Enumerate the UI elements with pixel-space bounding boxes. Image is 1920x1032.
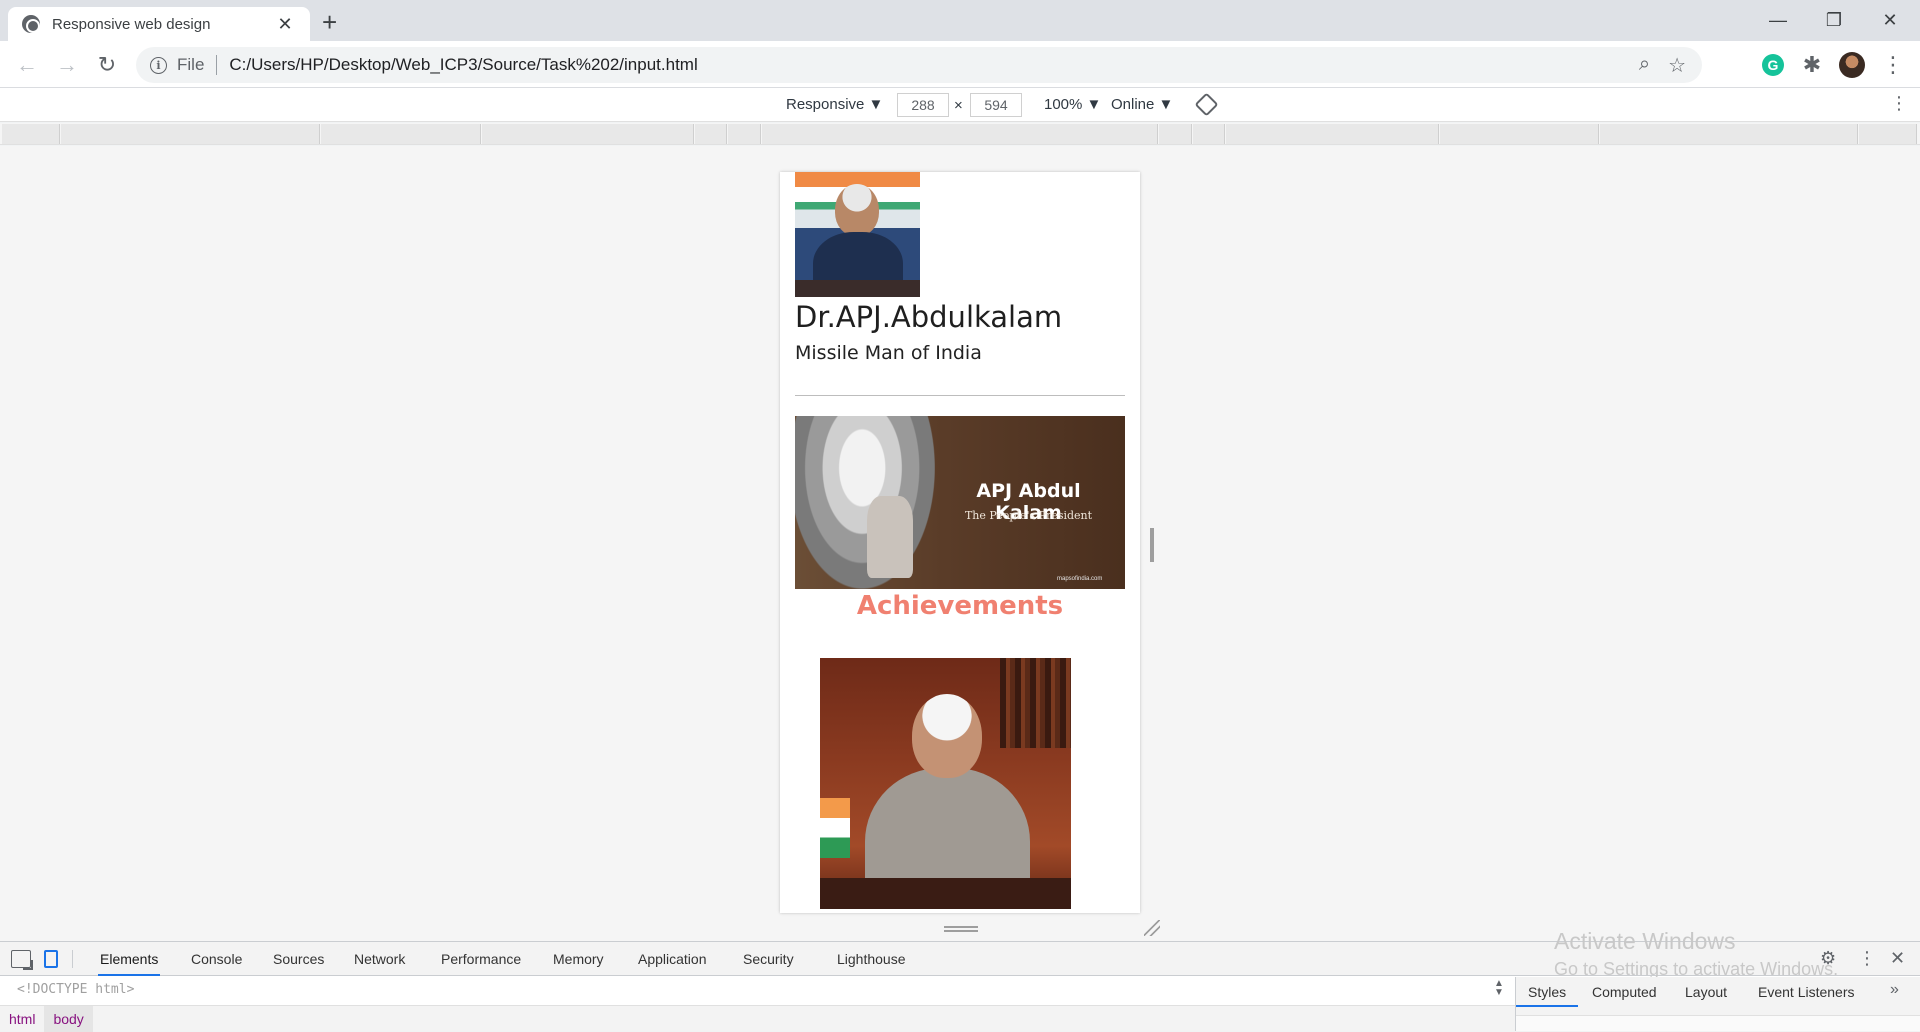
banner-image: APJ Abdul Kalam The People's President m… xyxy=(795,416,1125,589)
resize-handle-bottom[interactable] xyxy=(944,926,978,932)
portrait-photo xyxy=(820,658,1071,909)
device-toggle-icon[interactable] xyxy=(44,950,58,968)
url-text[interactable]: C:/Users/HP/Desktop/Web_ICP3/Source/Task… xyxy=(229,55,697,75)
ruler-segment[interactable] xyxy=(1859,124,1917,144)
ruler-segment[interactable] xyxy=(695,124,727,144)
ruler-segment[interactable] xyxy=(762,124,1158,144)
new-tab-button[interactable]: + xyxy=(322,9,337,35)
tab-application[interactable]: Application xyxy=(636,942,709,976)
breadcrumb: html body xyxy=(0,1005,1515,1032)
devtools-panel: Elements Console Sources Network Perform… xyxy=(0,928,1920,1032)
tab-console[interactable]: Console xyxy=(189,942,244,976)
tab-security[interactable]: Security xyxy=(741,942,796,976)
zoom-icon[interactable]: ⌕ xyxy=(1639,53,1650,78)
more-tabs-icon[interactable]: » xyxy=(1890,981,1899,999)
page-title: Dr.APJ.Abdulkalam xyxy=(795,300,1063,334)
devtools-menu-icon[interactable]: ⋮ xyxy=(1858,948,1876,969)
tab-performance[interactable]: Performance xyxy=(439,942,523,976)
url-separator xyxy=(216,55,218,75)
dom-doctype-node[interactable]: <!DOCTYPE html> xyxy=(17,982,134,997)
viewport-width-input[interactable]: 288 xyxy=(897,93,949,117)
url-scheme: File xyxy=(177,55,205,74)
profile-photo xyxy=(795,172,920,297)
address-bar[interactable]: i File C:/Users/HP/Desktop/Web_ICP3/Sour… xyxy=(136,47,1702,83)
devtools-tabbar: Elements Console Sources Network Perform… xyxy=(0,928,1920,979)
tab-styles[interactable]: Styles xyxy=(1516,977,1579,1007)
profile-avatar[interactable] xyxy=(1839,52,1865,78)
ruler-segment[interactable] xyxy=(2,124,60,144)
banner-credit: mapsofindia.com xyxy=(1057,576,1103,582)
tab-elements[interactable]: Elements xyxy=(98,942,161,976)
ruler-segment[interactable] xyxy=(1600,124,1858,144)
banner-subtitle: The People's President xyxy=(964,509,1093,522)
inspect-element-icon[interactable] xyxy=(11,950,31,968)
ruler-segment[interactable] xyxy=(482,124,694,144)
extensions-puzzle-icon[interactable]: ✱ xyxy=(1801,52,1823,77)
emulated-page: Dr.APJ.Abdulkalam Missile Man of India A… xyxy=(780,172,1140,913)
bookmark-star-icon[interactable]: ☆ xyxy=(1668,53,1686,78)
viewport-stage: Dr.APJ.Abdulkalam Missile Man of India A… xyxy=(0,146,1920,941)
rotate-icon[interactable] xyxy=(1194,92,1219,117)
gear-icon[interactable]: ⚙ xyxy=(1820,948,1836,969)
breadcrumb-html[interactable]: html xyxy=(0,1006,44,1032)
ruler-segment[interactable] xyxy=(1193,124,1225,144)
dimension-times: × xyxy=(954,97,963,114)
browser-menu-icon[interactable]: ⋮ xyxy=(1882,52,1904,77)
resize-handle-corner[interactable] xyxy=(1144,920,1160,936)
ruler-segment[interactable] xyxy=(61,124,320,144)
achievements-heading: Achievements xyxy=(856,591,1064,621)
viewport-height-input[interactable]: 594 xyxy=(970,93,1022,117)
scroll-arrows-icon[interactable]: ▲ ▼ xyxy=(1494,979,1504,998)
grammarly-extension-icon[interactable]: G xyxy=(1762,54,1784,76)
tab-network[interactable]: Network xyxy=(352,942,407,976)
browser-toolbar: ← → ↻ i File C:/Users/HP/Desktop/Web_ICP… xyxy=(0,41,1920,88)
tabbar-separator xyxy=(72,950,73,968)
minimize-button[interactable]: — xyxy=(1750,2,1806,38)
forward-button[interactable]: → xyxy=(53,51,81,79)
ruler-segment[interactable] xyxy=(1226,124,1439,144)
tab-strip: Responsive web design ✕ + — ❐ ✕ xyxy=(0,0,1920,41)
back-button[interactable]: ← xyxy=(13,51,41,79)
reload-button[interactable]: ↻ xyxy=(93,51,121,79)
window-close-button[interactable]: ✕ xyxy=(1862,2,1918,38)
tab-computed[interactable]: Computed xyxy=(1580,977,1669,1007)
divider xyxy=(795,395,1125,396)
elements-pane: <!DOCTYPE html> ▲ ▼ html body xyxy=(0,977,1515,1032)
ruler-segment[interactable] xyxy=(321,124,481,144)
tab-title: Responsive web design xyxy=(52,15,211,33)
throttle-select[interactable]: Online ▼ xyxy=(1111,96,1173,113)
ruler-segment[interactable] xyxy=(1159,124,1192,144)
tab-memory[interactable]: Memory xyxy=(551,942,606,976)
globe-icon xyxy=(22,15,40,33)
device-select[interactable]: Responsive ▼ xyxy=(786,96,883,113)
horizontal-scrollbar[interactable] xyxy=(1516,1015,1920,1031)
tab-sources[interactable]: Sources xyxy=(271,942,326,976)
device-toolbar: Responsive ▼ 288 × 594 100% ▼ Online ▼ ⋮ xyxy=(0,88,1920,122)
activate-windows-title: Activate Windows xyxy=(1554,928,1736,954)
devtools-close-icon[interactable]: ✕ xyxy=(1890,948,1905,969)
browser-tab[interactable]: Responsive web design ✕ xyxy=(8,7,310,41)
ruler-segment[interactable] xyxy=(728,124,761,144)
page-subtitle: Missile Man of India xyxy=(795,342,982,364)
tab-event-listeners[interactable]: Event Listeners xyxy=(1746,977,1867,1007)
resize-handle-right[interactable] xyxy=(1150,528,1154,562)
media-query-ruler xyxy=(0,123,1920,145)
close-icon[interactable]: ✕ xyxy=(274,14,296,35)
flag-icon xyxy=(820,798,850,858)
tab-layout[interactable]: Layout xyxy=(1673,977,1739,1007)
styles-sidebar: Styles Computed Layout Event Listeners » xyxy=(1515,977,1920,1031)
info-icon[interactable]: i xyxy=(150,56,167,74)
zoom-select[interactable]: 100% ▼ xyxy=(1044,96,1101,113)
device-toolbar-more-icon[interactable]: ⋮ xyxy=(1890,93,1908,114)
restore-button[interactable]: ❐ xyxy=(1806,2,1862,38)
breadcrumb-body[interactable]: body xyxy=(44,1005,93,1032)
tab-lighthouse[interactable]: Lighthouse xyxy=(835,942,908,976)
ruler-segment[interactable] xyxy=(1440,124,1599,144)
